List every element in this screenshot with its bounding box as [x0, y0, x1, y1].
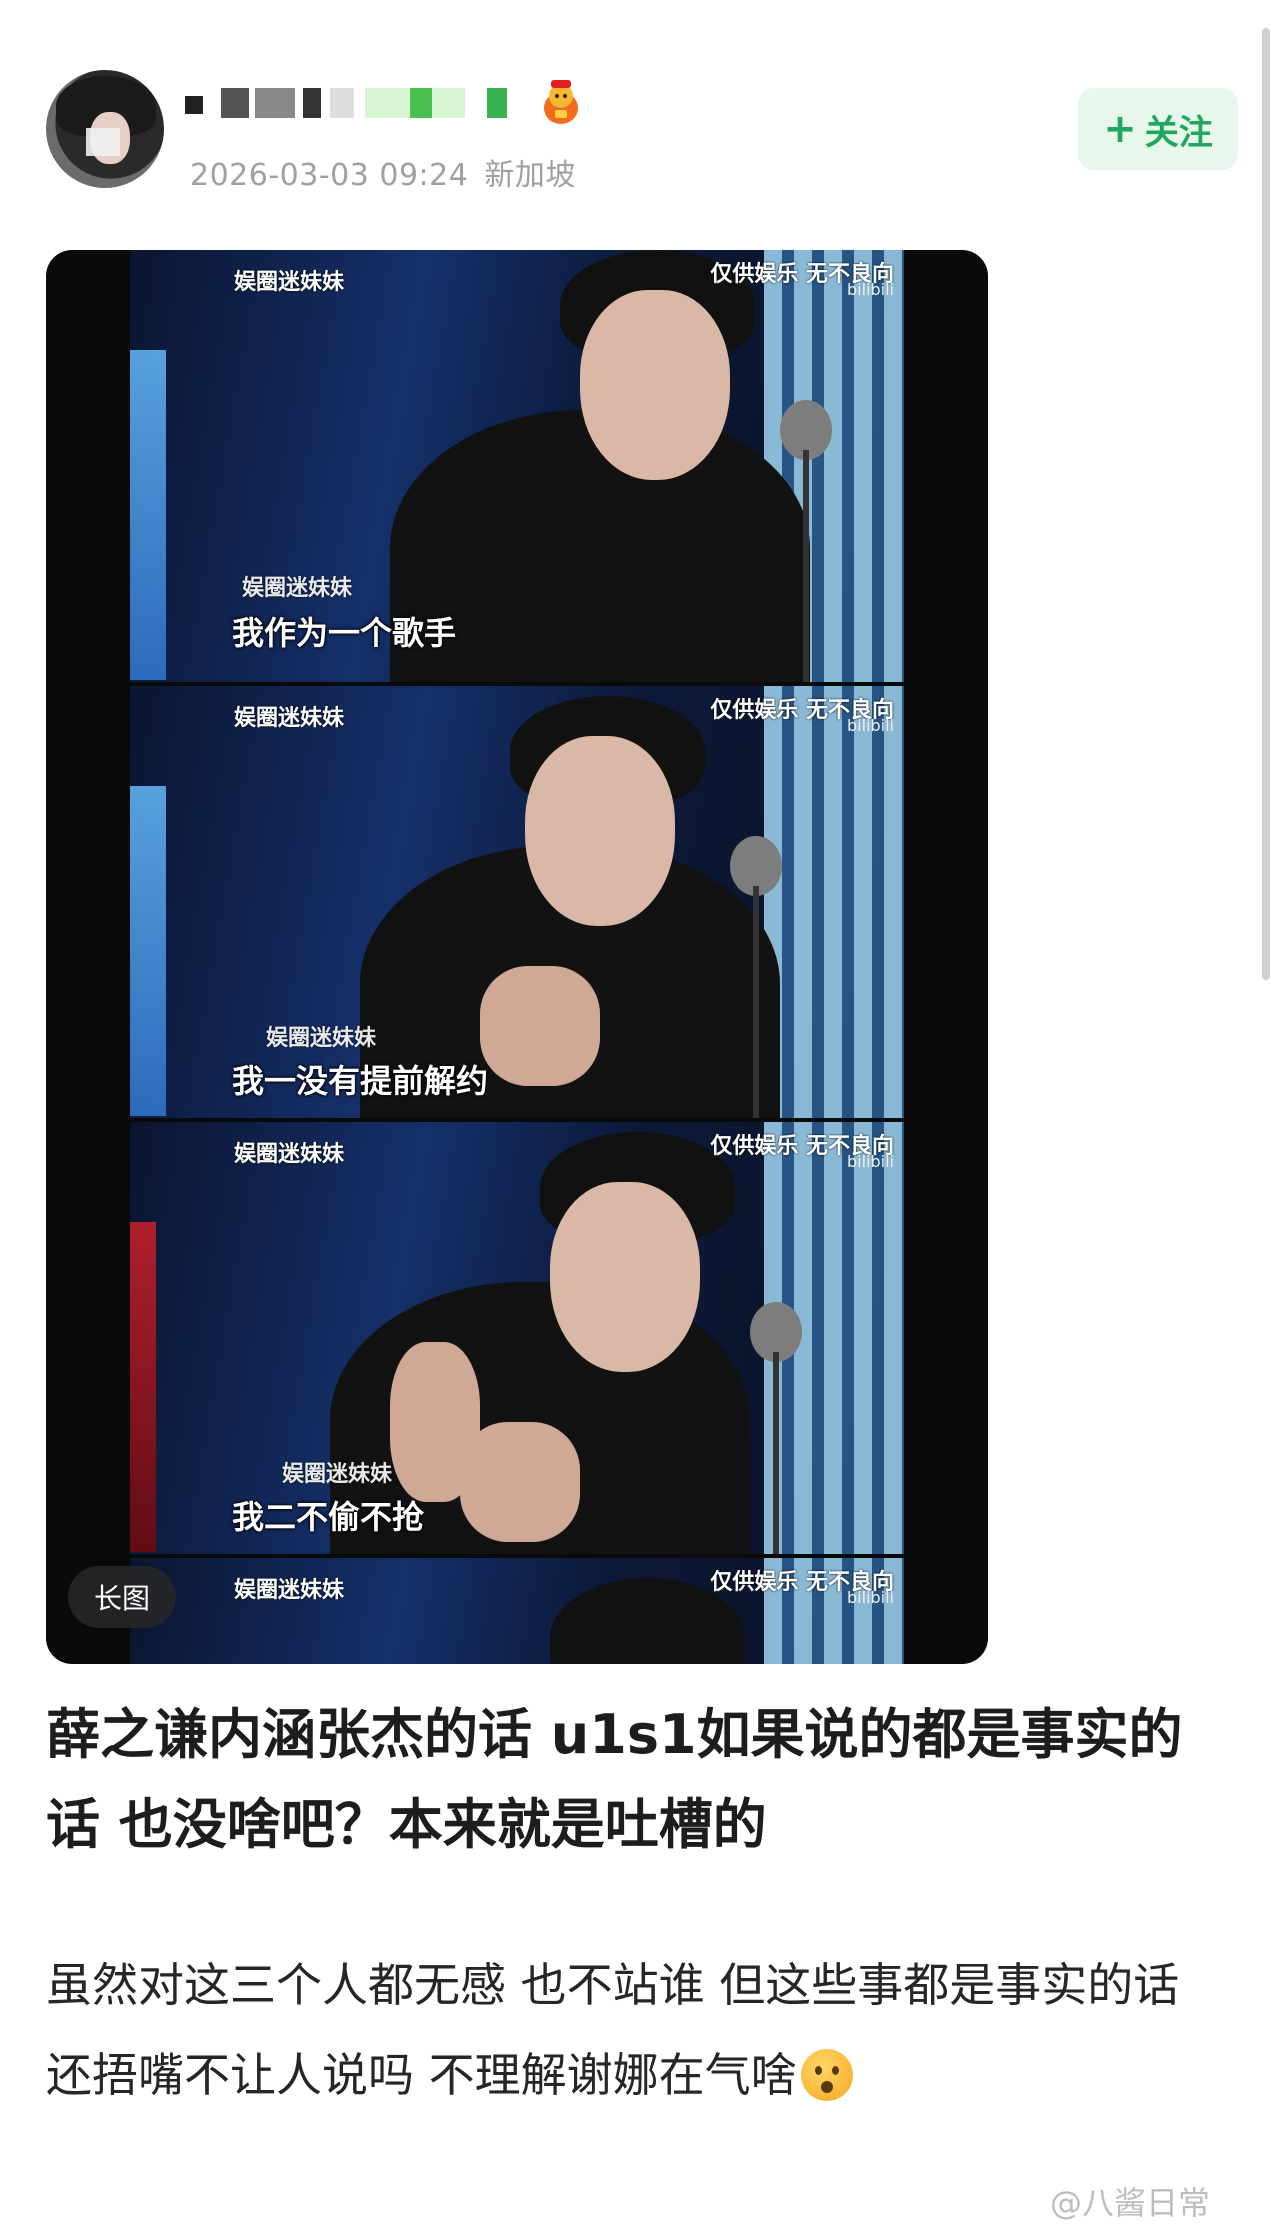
watermark-mid: 娱圈迷妹妹 — [282, 1462, 393, 1487]
video-subtitle: 我一没有提前解约 — [232, 1062, 489, 1100]
video-subtitle: 我作为一个歌手 — [232, 614, 457, 652]
video-subtitle: 我二不偷不抢 — [232, 1498, 425, 1536]
long-image-badge: 长图 — [68, 1566, 176, 1628]
follow-button[interactable]: + 关注 — [1078, 88, 1238, 170]
video-frame-3: 娱圈迷妹妹 仅供娱乐 无不良向 bilibili 娱圈迷妹妹 我二不偷不抢 — [130, 1122, 904, 1554]
video-frame-4: 娱圈迷妹妹 仅供娱乐 无不良向 bilibili — [130, 1558, 904, 1664]
watermark-brand: bilibili — [847, 1588, 894, 1607]
plus-icon: + — [1103, 106, 1137, 152]
watermark-top-left: 娱圈迷妹妹 — [234, 1142, 345, 1167]
watermark-top-left: 娱圈迷妹妹 — [234, 706, 345, 731]
watermark-mid: 娱圈迷妹妹 — [266, 1026, 377, 1051]
watermark-top-left: 娱圈迷妹妹 — [234, 270, 345, 295]
fortune-mascot-icon — [544, 80, 578, 124]
watermark-brand: bilibili — [847, 280, 894, 299]
follow-label: 关注 — [1144, 112, 1213, 153]
watermark-brand: bilibili — [847, 716, 894, 735]
footer-watermark: @八酱日常 — [1050, 2184, 1211, 2222]
post-body-text: 虽然对这三个人都无感 也不站谁 但这些事都是事实的话 还捂嘴不让人说吗 不理解谢… — [46, 1958, 1180, 2102]
scrollbar[interactable] — [1262, 28, 1270, 980]
video-frame-1: 娱圈迷妹妹 仅供娱乐 无不良向 bilibili 娱圈迷妹妹 我作为一个歌手 — [130, 250, 904, 682]
watermark-brand: bilibili — [847, 1152, 894, 1171]
watermark-mid: 娱圈迷妹妹 — [242, 576, 353, 601]
post-body: 虽然对这三个人都无感 也不站谁 但这些事都是事实的话 还捂嘴不让人说吗 不理解谢… — [46, 1940, 1236, 2120]
video-frame-2: 娱圈迷妹妹 仅供娱乐 无不良向 bilibili 娱圈迷妹妹 我一没有提前解约 — [130, 686, 904, 1118]
user-avatar[interactable] — [46, 70, 164, 188]
post-location: 新加坡 — [484, 158, 576, 193]
post-timestamp: 2026-03-03 09:24 — [190, 158, 469, 193]
surprised-face-emoji-icon — [800, 2049, 853, 2101]
post-title: 薛之谦内涵张杰的话 u1s1如果说的都是事实的话 也没啥吧？本来就是吐槽的 — [46, 1703, 1183, 1856]
post-meta: 2026-03-03 09:24 新加坡 — [190, 150, 592, 194]
watermark-top-left: 娱圈迷妹妹 — [234, 1578, 345, 1603]
username-redacted[interactable] — [185, 80, 507, 124]
post-image-long[interactable]: 娱圈迷妹妹 仅供娱乐 无不良向 bilibili 娱圈迷妹妹 我作为一个歌手 娱… — [46, 250, 988, 1664]
